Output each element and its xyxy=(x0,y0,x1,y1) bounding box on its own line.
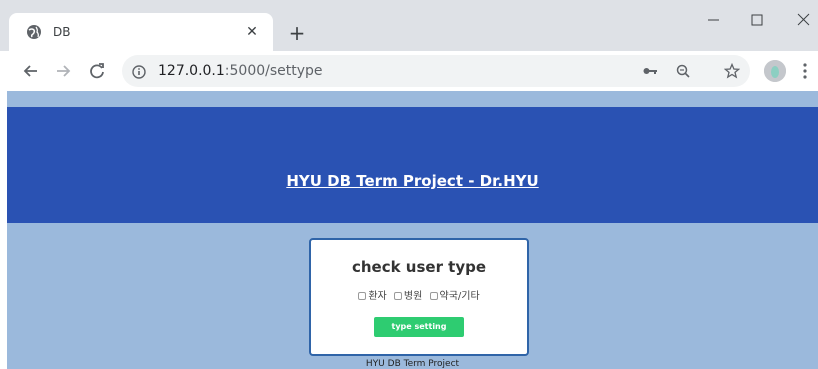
maximize-icon[interactable] xyxy=(742,10,772,30)
plus-icon[interactable]: + xyxy=(286,22,308,44)
option-hospital[interactable]: 병원 xyxy=(393,291,423,303)
option-label: 병원 xyxy=(403,291,423,302)
option-label: 환자 xyxy=(368,291,387,302)
browser-toolbar: 127.0.0.1:5000/settype xyxy=(0,51,818,91)
url-text[interactable]: 127.0.0.1:5000/settype xyxy=(158,63,323,79)
zoom-icon[interactable] xyxy=(675,63,691,79)
footer-text: HYU DB Term Project xyxy=(365,359,460,369)
option-label: 약국/기타 xyxy=(439,291,480,302)
user-type-options: 환자 병원 약국/기타 xyxy=(311,291,527,303)
url-host: 127.0.0.1 xyxy=(158,63,225,79)
form-title: check user type xyxy=(351,258,487,276)
tab-title: DB xyxy=(53,25,71,39)
checkbox[interactable] xyxy=(393,292,402,300)
site-header: HYU DB Term Project - Dr.HYU xyxy=(7,107,818,223)
address-bar[interactable]: 127.0.0.1:5000/settype xyxy=(122,55,750,87)
kebab-menu-icon[interactable] xyxy=(798,60,812,82)
option-pharmacy-other[interactable]: 약국/기타 xyxy=(429,291,480,303)
site-title[interactable]: HYU DB Term Project - Dr.HYU xyxy=(7,171,818,191)
browser-window: DB ✕ + 127.0.0.1:5000/settype HYU DB Ter… xyxy=(0,0,818,369)
tab-strip: DB ✕ + xyxy=(0,0,818,51)
checkbox[interactable] xyxy=(358,292,367,300)
back-arrow-icon[interactable] xyxy=(20,60,42,82)
tab-db[interactable]: DB ✕ xyxy=(9,13,273,51)
type-setting-button[interactable]: type setting xyxy=(374,317,464,337)
forward-arrow-icon[interactable] xyxy=(52,60,74,82)
window-close-icon[interactable] xyxy=(788,10,818,30)
key-icon[interactable] xyxy=(642,63,658,79)
minimize-icon[interactable] xyxy=(698,10,728,30)
checkbox[interactable] xyxy=(429,292,438,300)
url-path: :5000/settype xyxy=(224,63,323,79)
info-icon[interactable] xyxy=(132,64,146,79)
star-icon[interactable] xyxy=(723,62,741,79)
option-patient[interactable]: 환자 xyxy=(358,291,387,303)
avatar[interactable] xyxy=(764,60,786,82)
close-icon[interactable]: ✕ xyxy=(243,23,261,41)
page-viewport: HYU DB Term Project - Dr.HYU check user … xyxy=(7,91,818,369)
user-type-form: check user type 환자 병원 약국/기타 type setting xyxy=(309,238,529,356)
globe-icon xyxy=(26,24,42,40)
reload-icon[interactable] xyxy=(86,60,108,82)
